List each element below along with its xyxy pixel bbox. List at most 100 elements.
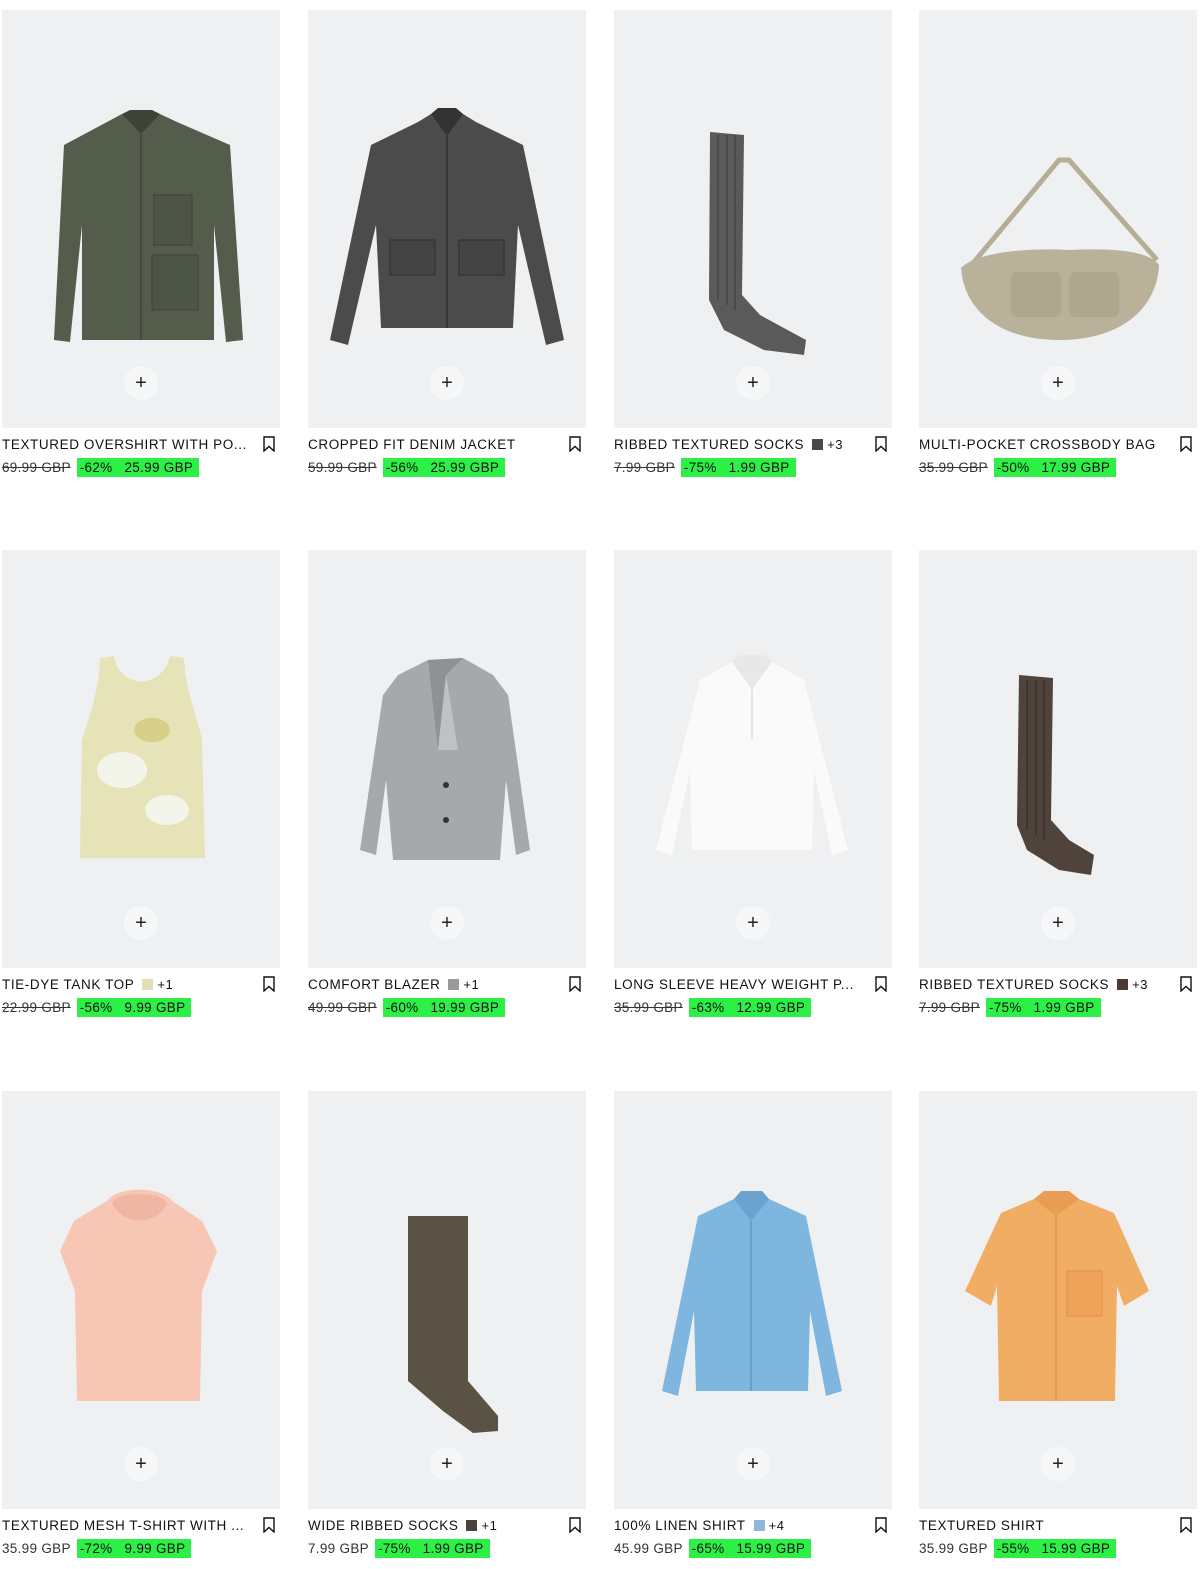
- bookmark-icon[interactable]: [568, 976, 582, 992]
- product-card[interactable]: + LONG SLEEVE HEAVY WEIGHT P... 35.99 GB…: [614, 550, 892, 1035]
- add-to-cart-button[interactable]: +: [124, 906, 158, 940]
- product-image[interactable]: +: [308, 10, 586, 428]
- product-card[interactable]: + TEXTURED SHIRT 35.99 GBP -55% 15.99 GB…: [919, 1091, 1197, 1569]
- color-swatch[interactable]: [753, 1519, 765, 1531]
- original-price: 45.99 GBP: [614, 1540, 683, 1556]
- bookmark-icon[interactable]: [568, 436, 582, 452]
- sale-price-badge: -56% 25.99 GBP: [382, 457, 506, 477]
- add-to-cart-button[interactable]: +: [430, 1447, 464, 1481]
- product-card[interactable]: + RIBBED TEXTURED SOCKS +3 7.99 GBP -75%…: [919, 550, 1197, 1035]
- original-price: 35.99 GBP: [919, 459, 988, 475]
- product-image[interactable]: +: [308, 550, 586, 968]
- product-card[interactable]: + TIE-DYE TANK TOP +1 22.99 GBP -56% 9.9…: [2, 550, 280, 1035]
- sale-price-badge: -72% 9.99 GBP: [76, 1538, 192, 1558]
- bookmark-icon[interactable]: [874, 1517, 888, 1533]
- bookmark-icon[interactable]: [874, 976, 888, 992]
- product-name[interactable]: LONG SLEEVE HEAVY WEIGHT P...: [614, 977, 854, 992]
- sale-price: 25.99 GBP: [124, 459, 194, 475]
- more-colors-count[interactable]: +1: [463, 977, 479, 992]
- sale-price-badge: -55% 15.99 GBP: [993, 1538, 1117, 1558]
- product-name[interactable]: WIDE RIBBED SOCKS: [308, 1518, 458, 1533]
- sale-price: 15.99 GBP: [1041, 1540, 1111, 1556]
- add-to-cart-button[interactable]: +: [1041, 906, 1075, 940]
- product-card[interactable]: + RIBBED TEXTURED SOCKS +3 7.99 GBP -75%…: [614, 10, 892, 495]
- more-colors-count[interactable]: +3: [1132, 977, 1148, 992]
- bookmark-icon[interactable]: [1179, 436, 1193, 452]
- product-name[interactable]: 100% LINEN SHIRT: [614, 1518, 746, 1533]
- product-image[interactable]: +: [614, 1091, 892, 1509]
- more-colors-count[interactable]: +1: [481, 1518, 497, 1533]
- product-image[interactable]: +: [919, 550, 1197, 968]
- product-card[interactable]: + 100% LINEN SHIRT +4 45.99 GBP -65% 15.…: [614, 1091, 892, 1569]
- product-name[interactable]: TEXTURED SHIRT: [919, 1518, 1044, 1533]
- product-name[interactable]: CROPPED FIT DENIM JACKET: [308, 437, 516, 452]
- product-card[interactable]: + CROPPED FIT DENIM JACKET 59.99 GBP -56…: [308, 10, 586, 495]
- product-image[interactable]: +: [2, 550, 280, 968]
- product-image[interactable]: +: [919, 10, 1197, 428]
- color-swatch[interactable]: [448, 978, 460, 990]
- discount-percent: -50%: [996, 459, 1030, 475]
- color-swatch[interactable]: [812, 438, 824, 450]
- add-to-cart-button[interactable]: +: [736, 366, 770, 400]
- sale-price: 17.99 GBP: [1041, 459, 1111, 475]
- sale-price-badge: -75% 1.99 GBP: [985, 997, 1101, 1017]
- bookmark-icon[interactable]: [568, 1517, 582, 1533]
- add-to-cart-button[interactable]: +: [124, 1447, 158, 1481]
- product-name[interactable]: RIBBED TEXTURED SOCKS: [919, 977, 1109, 992]
- add-to-cart-button[interactable]: +: [124, 366, 158, 400]
- add-to-cart-button[interactable]: +: [430, 366, 464, 400]
- original-price: 7.99 GBP: [919, 999, 980, 1015]
- add-to-cart-button[interactable]: +: [430, 906, 464, 940]
- product-name[interactable]: COMFORT BLAZER: [308, 977, 440, 992]
- product-image[interactable]: +: [308, 1091, 586, 1509]
- more-colors-count[interactable]: +3: [827, 437, 843, 452]
- product-image[interactable]: +: [614, 10, 892, 428]
- product-name[interactable]: TIE-DYE TANK TOP: [2, 977, 134, 992]
- product-image[interactable]: +: [2, 10, 280, 428]
- discount-percent: -63%: [691, 999, 725, 1015]
- sale-price-badge: -63% 12.99 GBP: [688, 997, 812, 1017]
- bookmark-icon[interactable]: [262, 436, 276, 452]
- product-image[interactable]: +: [2, 1091, 280, 1509]
- color-swatch[interactable]: [1117, 978, 1129, 990]
- product-name[interactable]: RIBBED TEXTURED SOCKS: [614, 437, 804, 452]
- add-to-cart-button[interactable]: +: [736, 906, 770, 940]
- product-image[interactable]: +: [614, 550, 892, 968]
- add-to-cart-button[interactable]: +: [736, 1447, 770, 1481]
- add-to-cart-button[interactable]: +: [1041, 1447, 1075, 1481]
- original-price: 7.99 GBP: [614, 459, 675, 475]
- color-swatch[interactable]: [466, 1519, 478, 1531]
- product-card[interactable]: + TEXTURED MESH T-SHIRT WITH ... 35.99 G…: [2, 1091, 280, 1569]
- discount-percent: -65%: [691, 1540, 725, 1556]
- original-price: 35.99 GBP: [2, 1540, 71, 1556]
- sale-price: 1.99 GBP: [1033, 999, 1095, 1015]
- bookmark-icon[interactable]: [874, 436, 888, 452]
- product-name[interactable]: TEXTURED OVERSHIRT WITH PO...: [2, 437, 247, 452]
- sale-price-badge: -56% 9.99 GBP: [76, 997, 192, 1017]
- discount-percent: -56%: [79, 999, 113, 1015]
- sale-price: 15.99 GBP: [736, 1540, 806, 1556]
- product-image[interactable]: +: [919, 1091, 1197, 1509]
- sale-price-badge: -60% 19.99 GBP: [382, 997, 506, 1017]
- bookmark-icon[interactable]: [1179, 1517, 1193, 1533]
- more-colors-count[interactable]: +1: [157, 977, 173, 992]
- product-card[interactable]: + TEXTURED OVERSHIRT WITH PO... 69.99 GB…: [2, 10, 280, 495]
- discount-percent: -60%: [385, 999, 419, 1015]
- sale-price: 25.99 GBP: [430, 459, 500, 475]
- bookmark-icon[interactable]: [262, 1517, 276, 1533]
- product-name[interactable]: MULTI-POCKET CROSSBODY BAG: [919, 437, 1156, 452]
- original-price: 69.99 GBP: [2, 459, 71, 475]
- product-card[interactable]: + COMFORT BLAZER +1 49.99 GBP -60% 19.99…: [308, 550, 586, 1035]
- add-to-cart-button[interactable]: +: [1041, 366, 1075, 400]
- bookmark-icon[interactable]: [262, 976, 276, 992]
- product-card[interactable]: + MULTI-POCKET CROSSBODY BAG 35.99 GBP -…: [919, 10, 1197, 495]
- color-swatch[interactable]: [142, 978, 154, 990]
- sale-price: 1.99 GBP: [422, 1540, 484, 1556]
- sale-price-badge: -50% 17.99 GBP: [993, 457, 1117, 477]
- original-price: 7.99 GBP: [308, 1540, 369, 1556]
- product-card[interactable]: + WIDE RIBBED SOCKS +1 7.99 GBP -75% 1.9…: [308, 1091, 586, 1569]
- sale-price-badge: -62% 25.99 GBP: [76, 457, 200, 477]
- more-colors-count[interactable]: +4: [769, 1518, 785, 1533]
- product-name[interactable]: TEXTURED MESH T-SHIRT WITH ...: [2, 1518, 244, 1533]
- bookmark-icon[interactable]: [1179, 976, 1193, 992]
